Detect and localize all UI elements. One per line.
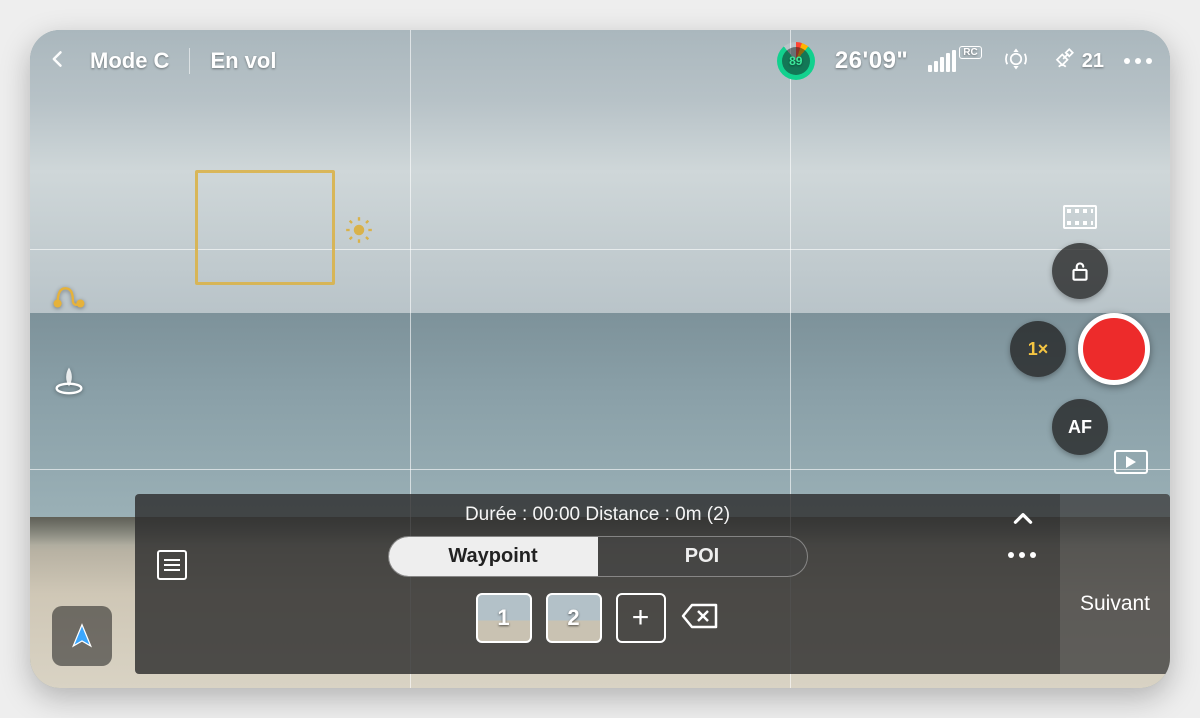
waypoint-thumbnails: 1 2 + bbox=[476, 593, 720, 643]
waypoint-panel: Durée : 00:00 Distance : 0m (2) Waypoint… bbox=[135, 494, 1170, 674]
waypoint-thumb[interactable]: 1 bbox=[476, 593, 532, 643]
separator bbox=[189, 48, 190, 74]
camera-controls: 1× AF bbox=[1010, 205, 1150, 455]
tab-waypoint[interactable]: Waypoint bbox=[389, 537, 598, 576]
rc-badge: RC bbox=[959, 46, 981, 59]
delete-waypoint-button[interactable] bbox=[680, 601, 720, 636]
focus-target-box[interactable] bbox=[195, 170, 335, 285]
next-button[interactable]: Suivant bbox=[1060, 494, 1170, 674]
autofocus-button[interactable]: AF bbox=[1052, 399, 1108, 455]
waypoint-thumb[interactable]: 2 bbox=[546, 593, 602, 643]
record-time: 26'09" bbox=[835, 47, 908, 75]
tab-poi[interactable]: POI bbox=[598, 537, 807, 576]
zoom-button[interactable]: 1× bbox=[1010, 321, 1066, 377]
video-mode-icon[interactable] bbox=[1063, 205, 1097, 229]
route-info-text: Durée : 00:00 Distance : 0m (2) bbox=[465, 504, 730, 526]
more-menu-icon[interactable] bbox=[1124, 58, 1152, 64]
satellite-indicator[interactable]: 21 bbox=[1050, 44, 1104, 78]
rc-signal-indicator[interactable]: RC bbox=[928, 50, 981, 72]
panel-more-icon[interactable] bbox=[1008, 552, 1036, 558]
gimbal-lock-button[interactable] bbox=[1052, 243, 1108, 299]
battery-indicator[interactable]: 89 bbox=[777, 42, 815, 80]
collapse-panel-button[interactable] bbox=[1010, 506, 1036, 537]
exposure-sun-icon[interactable] bbox=[345, 216, 373, 244]
waypoint-mode-icon[interactable] bbox=[50, 275, 88, 318]
drone-camera-view: Mode C En vol 89 26'09" RC 21 bbox=[30, 30, 1170, 688]
waypoint-list-button[interactable] bbox=[157, 550, 187, 580]
battery-percent: 89 bbox=[782, 47, 810, 75]
waypoint-poi-segmented: Waypoint POI bbox=[388, 536, 808, 577]
left-tools bbox=[50, 275, 88, 401]
add-waypoint-button[interactable]: + bbox=[616, 593, 666, 643]
top-bar: Mode C En vol 89 26'09" RC 21 bbox=[30, 30, 1170, 92]
compass-map-toggle[interactable] bbox=[52, 606, 112, 666]
flight-status-label[interactable]: En vol bbox=[210, 48, 276, 74]
satellite-count: 21 bbox=[1082, 50, 1104, 73]
flight-mode-label[interactable]: Mode C bbox=[90, 48, 169, 74]
return-home-icon[interactable] bbox=[50, 358, 88, 401]
record-shutter-button[interactable] bbox=[1078, 313, 1150, 385]
back-button[interactable] bbox=[48, 45, 68, 78]
next-label: Suivant bbox=[1080, 592, 1150, 616]
obstacle-sensing-icon[interactable] bbox=[1002, 45, 1030, 78]
playback-icon[interactable] bbox=[1114, 450, 1148, 474]
